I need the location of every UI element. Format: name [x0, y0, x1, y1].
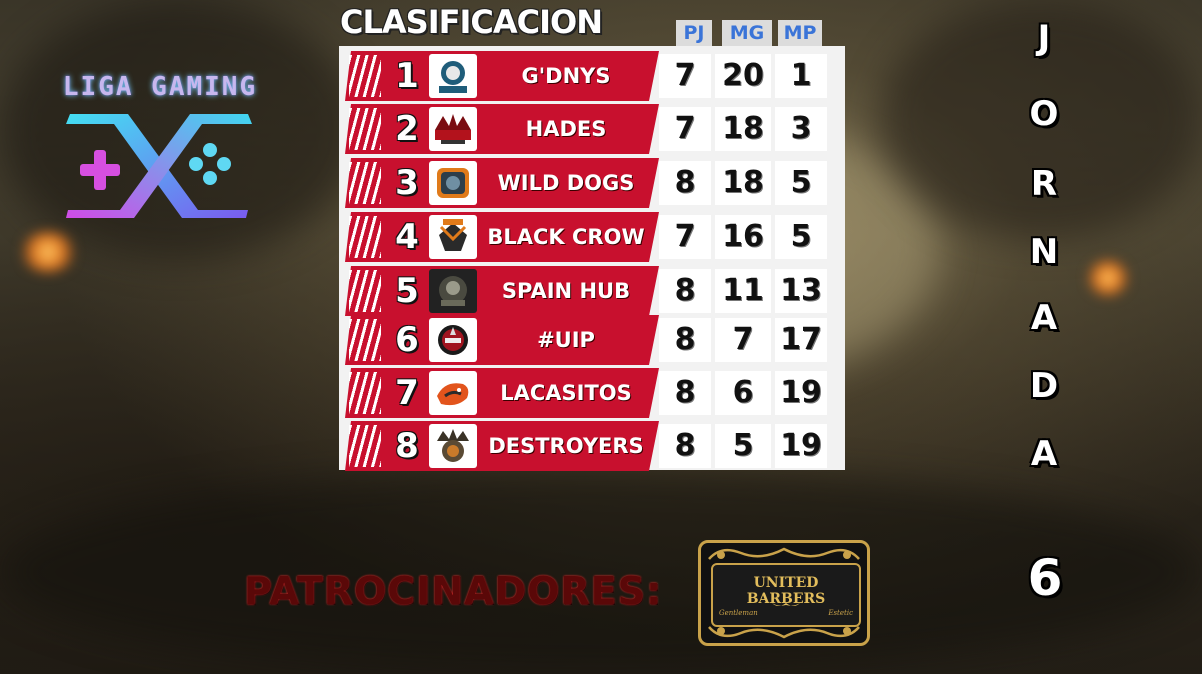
stat-mg: 7 — [715, 318, 771, 362]
stat-pj: 7 — [659, 54, 711, 98]
uip-logo-icon — [429, 318, 477, 362]
logo-title: LIGA GAMING — [62, 72, 258, 102]
barber-left-sub: Gentleman — [719, 609, 758, 617]
stat-pj: 7 — [659, 215, 711, 259]
team-name: SPAIN HUB — [501, 279, 631, 303]
jornada-letter: O — [1029, 94, 1059, 134]
stat-pj: 8 — [659, 318, 711, 362]
stat-mg: 18 — [715, 161, 771, 205]
row-position: 7 — [395, 373, 419, 413]
destroyers-logo-icon — [429, 424, 477, 468]
liga-gaming-logo: LIGA GAMING — [58, 68, 258, 228]
table-row: 4 BLACK CROW 7 16 5 — [339, 212, 845, 262]
row-stripes — [349, 270, 381, 312]
jornada-letter: J — [1037, 18, 1051, 58]
table-title: CLASIFICACION — [340, 3, 603, 41]
hades-logo-icon — [429, 107, 477, 151]
team-name: LACASITOS — [500, 381, 632, 405]
gdny-logo-icon — [429, 54, 477, 98]
stat-mp: 17 — [775, 318, 827, 362]
stat-mg: 5 — [715, 424, 771, 468]
row-stripes — [349, 425, 381, 467]
row-stripes — [349, 216, 381, 258]
row-position: 1 — [395, 56, 419, 96]
mustache-icon — [770, 599, 802, 609]
row-position: 6 — [395, 320, 419, 360]
stat-mg: 11 — [715, 269, 771, 313]
stat-mp: 13 — [775, 269, 827, 313]
wild-dogs-logo-icon — [429, 161, 477, 205]
table-row: 8 DESTROYERS 8 5 19 — [339, 421, 845, 471]
stat-mp: 3 — [775, 107, 827, 151]
row-stripes — [349, 55, 381, 97]
fire-glow — [1086, 260, 1130, 296]
stat-mg: 18 — [715, 107, 771, 151]
stat-mp: 5 — [775, 161, 827, 205]
barber-plate: UNITED BARBERS Gentleman Estetic — [711, 563, 861, 627]
spain-hub-logo-icon — [429, 269, 477, 313]
row-stripes — [349, 372, 381, 414]
stat-mg: 6 — [715, 371, 771, 415]
team-name: WILD DOGS — [497, 171, 635, 195]
team-name: HADES — [525, 117, 607, 141]
barber-right-sub: Estetic — [828, 609, 853, 617]
fire-glow — [18, 232, 78, 272]
row-position: 2 — [395, 109, 419, 149]
stat-mg: 20 — [715, 54, 771, 98]
row-stripes — [349, 319, 381, 361]
stat-pj: 8 — [659, 269, 711, 313]
stat-pj: 8 — [659, 371, 711, 415]
table-row: 1 G'DNYS 7 20 1 — [339, 51, 845, 101]
stat-mp: 19 — [775, 371, 827, 415]
team-name: G'DNYS — [521, 64, 611, 88]
row-position: 8 — [395, 426, 419, 466]
jornada-letter: D — [1029, 366, 1059, 406]
table-row: 7 LACASITOS 8 6 19 — [339, 368, 845, 418]
team-name: BLACK CROW — [487, 225, 645, 249]
jornada-letter: A — [1030, 298, 1058, 338]
stat-mg: 16 — [715, 215, 771, 259]
lacasitos-logo-icon — [429, 371, 477, 415]
jornada-letter: N — [1029, 232, 1059, 272]
stat-mp: 5 — [775, 215, 827, 259]
team-name: DESTROYERS — [488, 434, 644, 458]
table-row: 2 HADES 7 18 3 — [339, 104, 845, 154]
table-row: 5 SPAIN HUB 8 11 13 — [339, 266, 845, 316]
row-stripes — [349, 108, 381, 150]
column-header-pj: PJ — [676, 20, 712, 46]
team-name: #UIP — [537, 328, 595, 352]
row-position: 5 — [395, 271, 419, 311]
jornada-letter: A — [1030, 434, 1058, 474]
stat-mp: 1 — [775, 54, 827, 98]
stat-mp: 19 — [775, 424, 827, 468]
table-row: 3 WILD DOGS 8 18 5 — [339, 158, 845, 208]
row-stripes — [349, 162, 381, 204]
united-barbers-logo: UNITED BARBERS Gentleman Estetic — [698, 540, 870, 646]
jornada-letter: R — [1030, 164, 1058, 204]
row-position: 3 — [395, 163, 419, 203]
black-crow-logo-icon — [429, 215, 477, 259]
stat-pj: 8 — [659, 424, 711, 468]
stat-pj: 7 — [659, 107, 711, 151]
sponsors-label: PATROCINADORES: — [244, 569, 663, 613]
gamepad-x-icon — [66, 114, 252, 218]
column-header-mp: MP — [778, 20, 822, 46]
stat-pj: 8 — [659, 161, 711, 205]
table-row: 6 #UIP 8 7 17 — [339, 315, 845, 365]
column-header-mg: MG — [722, 20, 772, 46]
row-position: 4 — [395, 217, 419, 257]
jornada-number: 6 — [1027, 549, 1063, 607]
